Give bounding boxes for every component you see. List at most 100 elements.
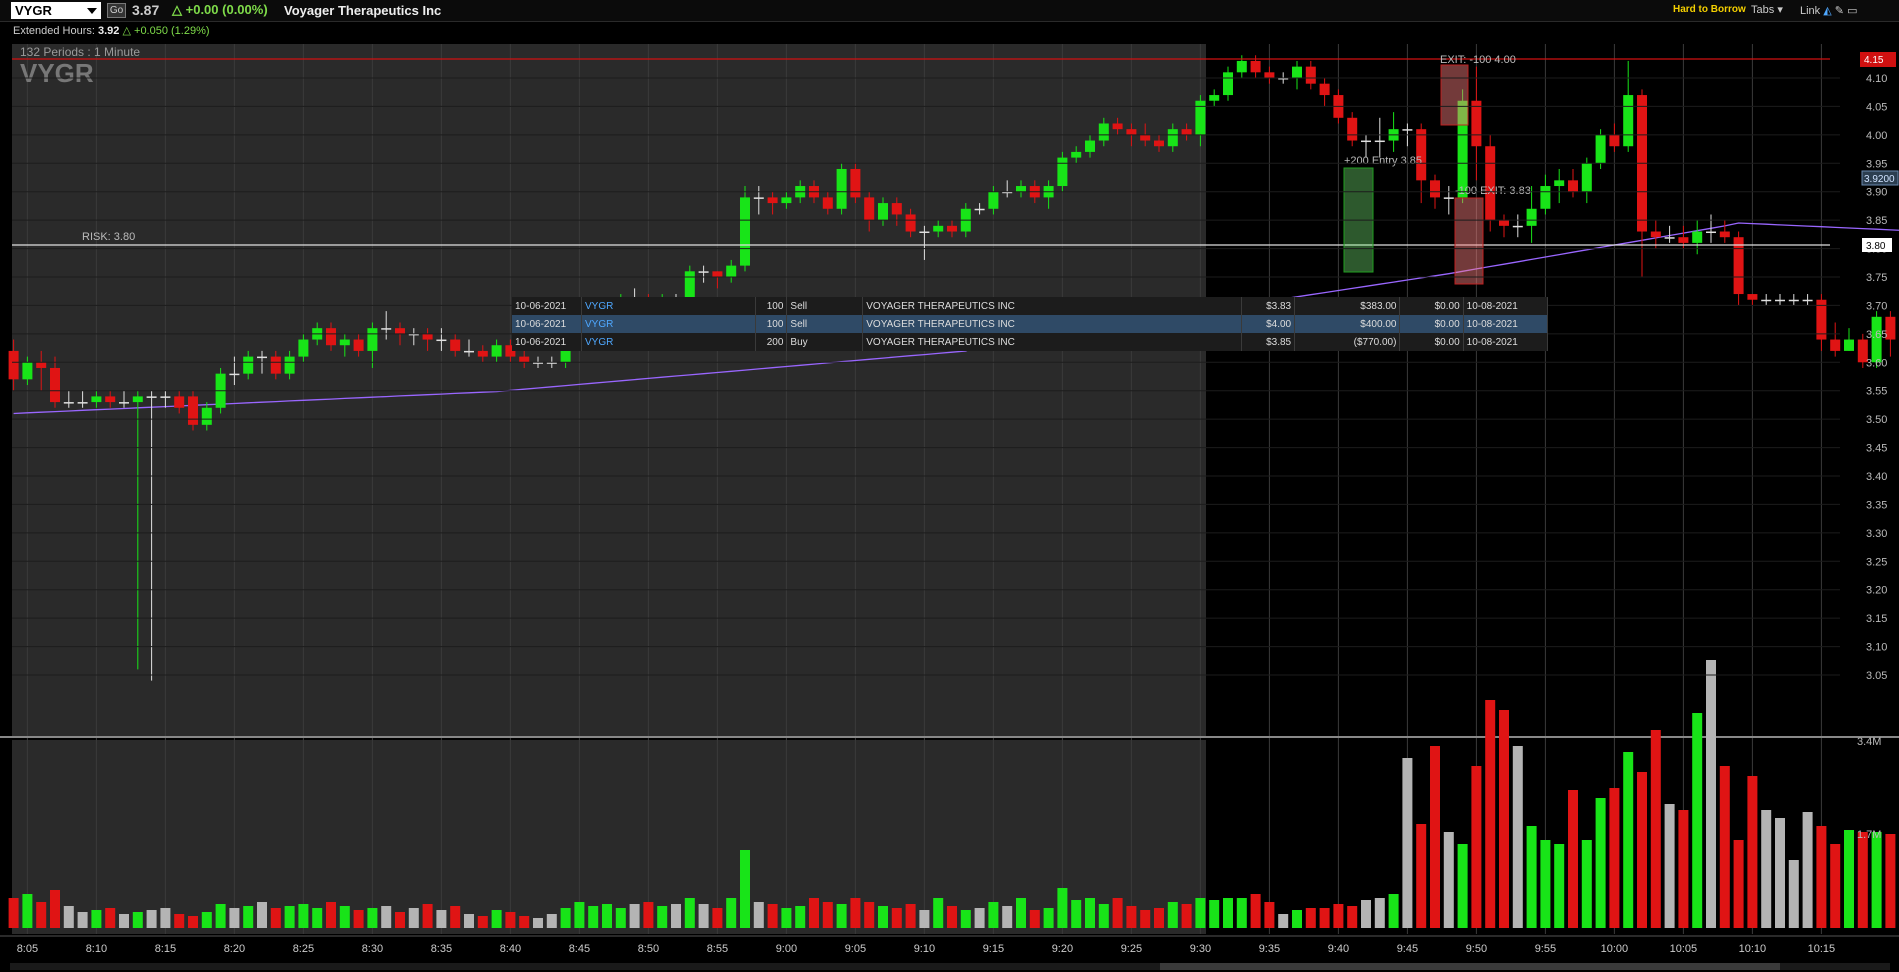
candle-body [1236, 60, 1247, 73]
settings-icon[interactable]: ▭ [1847, 5, 1857, 17]
candle-body [988, 191, 999, 209]
volume-bar [1292, 910, 1302, 928]
volume-bar [1554, 844, 1565, 928]
volume-bar [1264, 902, 1275, 928]
exit-marker-2[interactable] [1454, 197, 1484, 285]
time-tick-label: 9:20 [1052, 943, 1073, 955]
price-tick-label: 3.90 [1866, 187, 1887, 199]
volume-bar [505, 912, 516, 928]
time-tick-label: 10:10 [1739, 943, 1767, 955]
scrollbar-thumb[interactable] [1160, 963, 1780, 970]
candle-body [1719, 231, 1730, 238]
volume-bar [864, 902, 875, 928]
volume-bar [519, 916, 530, 928]
volume-bar [574, 902, 585, 928]
volume-bar [201, 912, 212, 928]
volume-bar [1706, 660, 1716, 928]
candle-body [1347, 117, 1358, 141]
trade-comm: $0.00 [1399, 333, 1464, 351]
volume-bar [50, 890, 60, 928]
last-price: 3.87 [132, 2, 160, 18]
candle-body [1043, 186, 1054, 198]
candle-body [1581, 163, 1592, 192]
price-chart[interactable]: 132 Periods : 1 Minute VYGR RISK: 3.80 E… [0, 0, 1899, 972]
candle-body [50, 367, 60, 403]
volume-bar [298, 904, 309, 928]
candle-body [257, 356, 267, 359]
price-axis: 4.10 4.05 4.00 3.95 3.90 3.85 3.80 3.75 3.70 3.65… [12, 73, 1887, 682]
volume-bar [629, 904, 640, 928]
time-tick-label: 9:15 [983, 943, 1004, 955]
volume-bar [671, 904, 681, 928]
volume-bar [243, 906, 254, 928]
price-tick-label: 4.05 [1866, 101, 1887, 113]
candle-body [836, 168, 847, 209]
trade-row[interactable]: 10-06-2021 VYGR 100 Sell VOYAGER THERAPEUTIC… [512, 297, 1549, 315]
extended-hours-price: 3.92 [98, 25, 120, 37]
trade-settle: 10-08-2021 [1463, 297, 1549, 315]
time-tick-label: 9:45 [1397, 943, 1418, 955]
link-icon[interactable]: ◭ [1823, 5, 1831, 17]
go-button[interactable]: Go [107, 3, 126, 18]
candle-body [947, 225, 957, 232]
candle-body [284, 356, 295, 374]
volume-bar [1112, 898, 1123, 928]
candle-body [795, 186, 806, 198]
volume-bar [22, 894, 33, 928]
premarket-volume-background [12, 740, 1206, 934]
volume-bar [1443, 832, 1454, 928]
volume-bar [105, 908, 116, 928]
candle-body [1292, 66, 1302, 78]
volume-bar [1719, 766, 1730, 928]
chevron-down-icon[interactable] [87, 8, 97, 14]
volume-bar [988, 902, 999, 928]
exit-marker-1[interactable] [1440, 64, 1469, 126]
symbol-input[interactable]: VYGR [11, 2, 101, 19]
trade-side: Sell [786, 315, 864, 333]
trade-row[interactable]: 10-06-2021 VYGR 100 Sell VOYAGER THERAPEUTIC… [512, 315, 1549, 333]
trade-symbol: VYGR [581, 333, 756, 351]
candle-body [63, 402, 74, 404]
volume-bar [1637, 772, 1647, 928]
volume-bar [436, 910, 447, 928]
trade-date: 10-06-2021 [512, 315, 583, 333]
price-tick-label: 3.70 [1866, 300, 1887, 312]
price-change: △ +0.00 (0.00%) [172, 2, 268, 18]
volume-bar [1816, 826, 1827, 928]
trade-row[interactable]: 10-06-2021 VYGR 200 Buy VOYAGER THERAPEUTICS… [512, 333, 1549, 351]
candle-body [91, 396, 102, 403]
time-tick-label: 9:55 [1535, 943, 1556, 955]
trade-side: Sell [786, 297, 864, 315]
draw-tool-icon[interactable]: ✎ [1835, 5, 1844, 17]
candle-body [188, 396, 198, 425]
volume-bar [1761, 810, 1772, 928]
volume-bar [312, 908, 323, 928]
volume-bar [1512, 746, 1523, 928]
candle-body [312, 328, 323, 340]
entry-marker[interactable] [1343, 167, 1374, 273]
tabs-menu[interactable]: Tabs ▾ [1751, 3, 1783, 16]
price-tick-label: 3.75 [1866, 272, 1887, 284]
volume-bar [188, 916, 198, 928]
volume-bar [850, 898, 861, 928]
link-menu[interactable]: Link ◭ ✎ ▭ [1800, 4, 1857, 17]
candle-body [229, 373, 240, 376]
volume-bar [533, 918, 543, 928]
volume-bar [1374, 898, 1385, 928]
trades-table: 10-06-2021 VYGR 100 Sell VOYAGER THERAPEUTIC… [512, 297, 1549, 351]
symbol-text: VYGR [15, 3, 52, 18]
candle-body [1595, 134, 1606, 164]
toolbar: VYGR Go 3.87 △ +0.00 (0.00%) Voyager The… [0, 0, 1899, 22]
candle-body [1181, 129, 1192, 135]
candle-body [464, 350, 474, 353]
candle-body [381, 328, 392, 330]
time-axis: 8:05 8:10 8:15 8:20 8:25 8:30 8:35 8:40 8:45 8:50… [17, 943, 1835, 955]
candle-body [1085, 140, 1095, 152]
trade-settle: 10-08-2021 [1463, 333, 1549, 351]
price-tick-label: 4.00 [1866, 130, 1887, 142]
exit-label-1: EXIT: -100 4.00 [1440, 54, 1516, 66]
candle-body [822, 197, 833, 209]
volume-bar [284, 906, 295, 928]
candle-body [215, 373, 226, 408]
trade-qty: 100 [755, 297, 788, 315]
